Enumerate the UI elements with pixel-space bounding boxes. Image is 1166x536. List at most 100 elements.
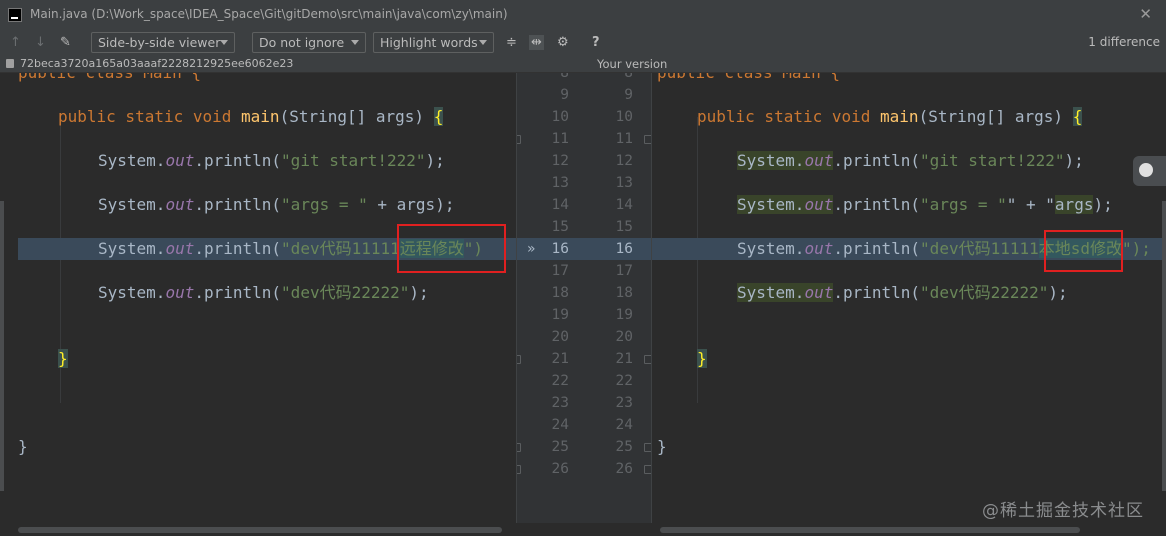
code-text: ); bbox=[1048, 283, 1068, 302]
code-text: out bbox=[804, 151, 834, 170]
right-line-number: 24 bbox=[615, 417, 633, 433]
left-line-number: 14 bbox=[551, 197, 569, 213]
highlight-mode-value: Highlight words bbox=[380, 35, 478, 50]
intellij-logo-icon bbox=[8, 8, 22, 22]
left-line-number: 15 bbox=[551, 219, 569, 235]
fold-marker-icon[interactable] bbox=[644, 135, 651, 144]
left-line-number: 8 bbox=[560, 73, 569, 81]
code-text: } bbox=[18, 437, 28, 456]
help-icon[interactable]: ? bbox=[592, 35, 600, 50]
annotation-box bbox=[1044, 230, 1123, 272]
code-text: ); bbox=[1093, 195, 1113, 214]
window-title: Main.java (D:\Work_space\IDEA_Space\Git\… bbox=[30, 7, 508, 21]
string-literal: "dev代码11111 bbox=[920, 239, 1039, 258]
method-params: (String[] args) bbox=[918, 107, 1073, 126]
code-text: .println( bbox=[833, 283, 921, 302]
right-line-number: 13 bbox=[615, 175, 633, 191]
lock-icon bbox=[6, 59, 14, 68]
fold-marker-icon[interactable] bbox=[517, 135, 521, 144]
code-line-18: System.out.println("dev代码22222"); bbox=[737, 282, 1068, 304]
right-line-number: 20 bbox=[615, 329, 633, 345]
synchronize-scrolling-icon[interactable]: ⇹ bbox=[529, 35, 544, 50]
code-text: out bbox=[804, 283, 834, 302]
settings-gear-icon[interactable]: ⚙ bbox=[557, 35, 569, 50]
right-line-number: 12 bbox=[615, 153, 633, 169]
code-text: System. bbox=[737, 195, 805, 214]
code-text: System. bbox=[98, 195, 166, 214]
string-literal: "git start!222" bbox=[920, 151, 1065, 170]
left-line-number: 17 bbox=[551, 263, 569, 279]
collapse-unchanged-icon[interactable]: ≑ bbox=[506, 35, 517, 50]
fold-marker-icon[interactable] bbox=[644, 355, 651, 364]
left-horizontal-scrollbar[interactable] bbox=[18, 527, 502, 533]
chevron-down-icon bbox=[220, 40, 228, 45]
left-line-number: 11 bbox=[551, 131, 569, 147]
code-text: out bbox=[165, 151, 195, 170]
code-line-25: } bbox=[657, 436, 667, 458]
code-text: out bbox=[804, 239, 834, 258]
previous-difference-icon[interactable]: ↑ bbox=[10, 35, 21, 50]
right-line-number: 9 bbox=[624, 87, 633, 103]
code-text: .println( bbox=[194, 195, 282, 214]
right-line-number: 25 bbox=[615, 439, 633, 455]
fold-marker-icon[interactable] bbox=[644, 443, 651, 452]
method-name: main bbox=[880, 107, 919, 126]
right-horizontal-scrollbar[interactable] bbox=[660, 527, 1080, 533]
left-line-number: 10 bbox=[551, 109, 569, 125]
ignore-mode-dropdown[interactable]: Do not ignore bbox=[252, 32, 366, 53]
fold-marker-icon[interactable] bbox=[517, 443, 521, 452]
right-line-number: 16 bbox=[615, 241, 633, 257]
right-editor-pane[interactable]: public class Main { public static void m… bbox=[652, 73, 1166, 523]
fold-marker-icon[interactable] bbox=[517, 465, 521, 474]
code-text: System. bbox=[98, 283, 166, 302]
fold-marker-icon[interactable] bbox=[644, 465, 651, 474]
code-line-8: public class Main { bbox=[657, 73, 840, 84]
right-revision-label: Your version bbox=[597, 57, 668, 71]
code-line-25: } bbox=[18, 436, 28, 458]
code-text: out bbox=[165, 283, 195, 302]
string-literal: "); bbox=[1122, 239, 1151, 258]
left-line-number: 9 bbox=[560, 87, 569, 103]
matched-brace: } bbox=[58, 349, 68, 368]
code-line-10: public static void main(String[] args) { bbox=[58, 106, 444, 128]
code-line-21: } bbox=[58, 348, 68, 370]
difference-count: 1 difference bbox=[1088, 35, 1160, 49]
left-line-number: 12 bbox=[551, 153, 569, 169]
code-text: ); bbox=[425, 151, 445, 170]
code-line-10: public static void main(String[] args) { bbox=[697, 106, 1083, 128]
left-vertical-scrollbar[interactable] bbox=[0, 201, 4, 491]
code-line-12: System.out.println("git start!222"); bbox=[98, 150, 445, 172]
code-text: out bbox=[165, 239, 195, 258]
left-editor-pane[interactable]: public class Main { public static void m… bbox=[0, 73, 516, 523]
code-text: System. bbox=[98, 151, 166, 170]
code-text: .println( bbox=[833, 151, 921, 170]
string-literal: "args = " bbox=[920, 195, 1007, 214]
code-line-8: public class Main { bbox=[18, 73, 201, 84]
right-vertical-scrollbar[interactable] bbox=[1162, 201, 1166, 491]
right-line-number: 19 bbox=[615, 307, 633, 323]
method-name: main bbox=[241, 107, 280, 126]
code-text: .println( bbox=[194, 151, 282, 170]
code-text: public class Main { bbox=[657, 73, 840, 82]
matched-brace: { bbox=[1072, 107, 1083, 126]
highlight-mode-dropdown[interactable]: Highlight words bbox=[373, 32, 494, 53]
string-literal: "args = " bbox=[281, 195, 368, 214]
floating-toggle-button[interactable] bbox=[1133, 156, 1166, 186]
code-line-14: System.out.println("args = " + args); bbox=[98, 194, 454, 216]
code-text: + args bbox=[367, 195, 436, 214]
code-text: out bbox=[804, 195, 834, 214]
edit-source-icon[interactable]: ✎ bbox=[60, 35, 71, 50]
right-line-number: 14 bbox=[615, 197, 633, 213]
watermark: @稀土掘金技术社区 bbox=[982, 501, 1144, 521]
code-text: public class Main { bbox=[18, 73, 201, 82]
next-difference-icon[interactable]: ↓ bbox=[35, 35, 46, 50]
left-line-number: 19 bbox=[551, 307, 569, 323]
viewer-mode-dropdown[interactable]: Side-by-side viewer bbox=[91, 32, 235, 53]
fold-marker-icon[interactable] bbox=[517, 355, 521, 364]
close-button[interactable]: ✕ bbox=[1139, 5, 1152, 23]
right-line-number: 8 bbox=[624, 73, 633, 81]
code-line-18: System.out.println("dev代码22222"); bbox=[98, 282, 429, 304]
code-line-14: System.out.println("args = "" + "args); bbox=[737, 194, 1113, 216]
code-text: " + " bbox=[1006, 195, 1055, 214]
left-line-number: 13 bbox=[551, 175, 569, 191]
